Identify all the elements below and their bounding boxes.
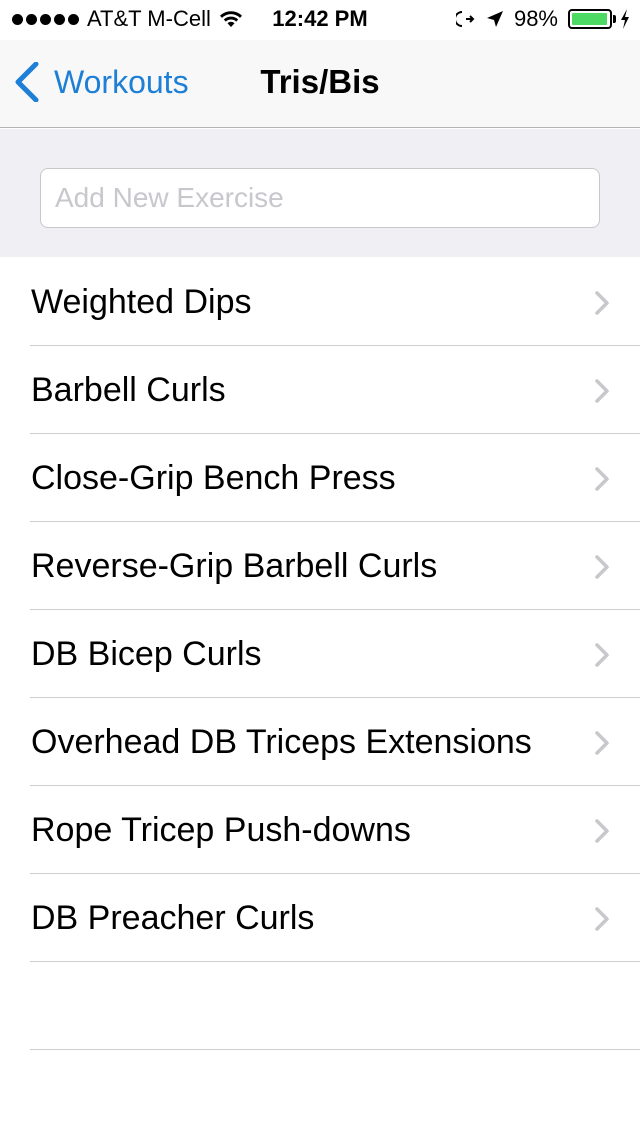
carrier-name: AT&T M-Cell — [87, 6, 211, 31]
location-arrow-icon — [486, 11, 503, 27]
status-bar: AT&T M-Cell 12:42 PM 98% — [0, 0, 640, 40]
page-title: Tris/Bis — [260, 63, 380, 100]
chevron-right-icon — [595, 731, 609, 755]
status-right: 98% — [455, 6, 630, 32]
chevron-right-icon — [595, 379, 609, 403]
navigation-bar: Workouts Tris/Bis — [0, 40, 640, 128]
exercise-label: DB Bicep Curls — [31, 634, 262, 673]
exercise-label: Weighted Dips — [31, 282, 252, 321]
chevron-right-icon — [595, 291, 609, 315]
status-left: AT&T M-Cell — [12, 6, 243, 32]
list-item[interactable]: Barbell Curls — [0, 346, 640, 434]
list-item[interactable]: DB Bicep Curls — [0, 610, 640, 698]
battery-icon — [568, 9, 616, 29]
exercise-label: Barbell Curls — [31, 370, 226, 409]
list-item[interactable]: Rope Tricep Push-downs — [0, 786, 640, 874]
list-item[interactable]: Reverse-Grip Barbell Curls — [0, 522, 640, 610]
add-exercise-section — [0, 129, 640, 257]
exercise-label: Close-Grip Bench Press — [31, 458, 396, 497]
empty-table-row — [0, 962, 640, 1050]
list-item[interactable]: Close-Grip Bench Press — [0, 434, 640, 522]
exercise-label: Overhead DB Triceps Extensions — [31, 722, 532, 761]
signal-strength-icon — [12, 13, 79, 25]
chevron-right-icon — [595, 467, 609, 491]
rotation-lock-icon — [455, 11, 475, 27]
exercise-list: Weighted Dips Barbell Curls Close-Grip B… — [0, 258, 640, 1050]
exercise-label: Rope Tricep Push-downs — [31, 810, 411, 849]
list-item[interactable]: Weighted Dips — [0, 258, 640, 346]
chevron-right-icon — [595, 819, 609, 843]
wifi-icon — [219, 11, 242, 27]
add-exercise-input[interactable] — [40, 168, 600, 228]
exercise-label: Reverse-Grip Barbell Curls — [31, 546, 438, 585]
chevron-right-icon — [595, 555, 609, 579]
battery-percent: 98% — [513, 6, 558, 31]
list-item[interactable]: DB Preacher Curls — [0, 874, 640, 962]
chevron-right-icon — [595, 907, 609, 931]
screen: AT&T M-Cell 12:42 PM 98% Workouts Tris/B… — [0, 0, 640, 1136]
list-item[interactable]: Overhead DB Triceps Extensions — [0, 698, 640, 786]
charging-bolt-icon — [621, 9, 629, 29]
chevron-right-icon — [595, 643, 609, 667]
exercise-label: DB Preacher Curls — [31, 898, 315, 937]
